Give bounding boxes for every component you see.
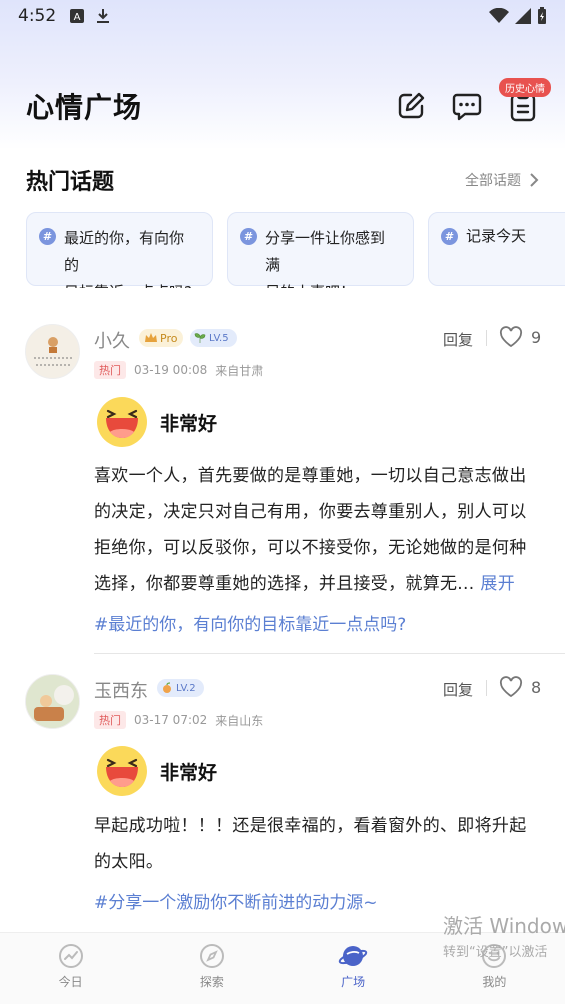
divider <box>486 680 487 696</box>
post-location: 来自甘肃 <box>215 363 264 378</box>
like-count: 9 <box>531 327 542 347</box>
seed-icon <box>163 682 171 693</box>
avatar[interactable] <box>25 674 80 729</box>
like-button[interactable]: 9 <box>499 326 541 348</box>
level-badge: LV.5 <box>190 329 237 347</box>
reply-button[interactable]: 回复 <box>443 329 473 350</box>
post-time: 03-17 07:02 <box>134 713 208 727</box>
post-location: 来自山东 <box>215 713 264 728</box>
expand-link[interactable]: 展开 <box>480 574 515 594</box>
hash-icon: # <box>240 228 257 245</box>
hot-tag: 热门 <box>94 361 126 379</box>
topic-card[interactable]: # 分享一件让你感到满 足的小事吧！ <box>227 212 414 288</box>
topic-line: 分享一件让你感到满 <box>265 229 386 274</box>
page-title: 心情广场 <box>26 91 143 124</box>
like-count: 8 <box>531 677 542 697</box>
level-label: LV.2 <box>176 682 196 694</box>
nav-item-explore[interactable]: 探索 <box>141 933 282 1004</box>
mood: 非常好 <box>96 396 217 448</box>
laughing-face-icon <box>97 397 147 447</box>
topic-card[interactable]: # 最近的你，有向你的 目标靠近一点点吗? <box>26 212 213 288</box>
chat-icon <box>452 93 482 121</box>
post-meta: 热门 03-17 07:02 来自山东 <box>94 711 263 729</box>
laughing-face-icon <box>97 746 147 796</box>
pro-badge: Pro <box>139 329 184 347</box>
compass-icon <box>199 944 224 968</box>
status-bar: 4:52 A <box>0 0 565 32</box>
sprout-icon <box>194 333 206 343</box>
username[interactable]: 玉西东 <box>94 677 148 703</box>
post-text: 喜欢一个人，首先要做的是尊重她，一切以自己意志做出的决定，决定只对自己有用，你要… <box>94 466 527 594</box>
level-label: LV.5 <box>209 332 229 344</box>
nav-item-today[interactable]: 今日 <box>0 933 141 1004</box>
status-time: 4:52 <box>18 6 57 26</box>
hot-tag: 热门 <box>94 711 126 729</box>
history-button[interactable]: 历史心情 <box>499 78 551 122</box>
all-topics-label: 全部话题 <box>465 173 521 189</box>
post-meta: 热门 03-19 00:08 来自甘肃 <box>94 361 263 379</box>
signal-icon <box>515 8 531 24</box>
hash-icon: # <box>441 228 458 245</box>
chevron-right-icon <box>530 173 539 187</box>
chart-icon <box>58 944 83 968</box>
watermark-subtitle: 转到“设置”以激活 <box>443 945 548 960</box>
avatar[interactable] <box>25 324 80 379</box>
divider <box>94 653 565 654</box>
post-body[interactable]: 早起成功啦！！！还是很幸福的，看着窗外的、即将升起的太阳。 <box>94 808 539 880</box>
wifi-icon <box>489 8 509 23</box>
battery-icon <box>538 7 546 24</box>
level-badge: LV.2 <box>157 679 204 697</box>
pro-label: Pro <box>160 331 178 345</box>
hash-icon: # <box>39 228 56 245</box>
reply-button[interactable]: 回复 <box>443 679 473 700</box>
nav-label: 探索 <box>199 975 224 989</box>
hot-topics-header: 热门话题 全部话题 <box>0 160 565 200</box>
svg-text:A: A <box>74 12 81 23</box>
topic-link[interactable]: #分享一个激励你不断前进的动力源~ <box>94 888 378 913</box>
username[interactable]: 小久 <box>94 327 130 353</box>
topics-row: # 最近的你，有向你的 目标靠近一点点吗? # 分享一件让你感到满 足的小事吧！… <box>26 212 565 288</box>
post-body[interactable]: 喜欢一个人，首先要做的是尊重她，一切以自己意志做出的决定，决定只对自己有用，你要… <box>94 458 539 602</box>
topic-card[interactable]: # 记录今天 <box>428 212 565 286</box>
post-text: 早起成功啦！！！还是很幸福的，看着窗外的、即将升起的太阳。 <box>94 816 527 872</box>
post-time: 03-19 00:08 <box>134 363 208 377</box>
mood-label: 非常好 <box>160 412 218 435</box>
download-icon <box>97 9 110 23</box>
divider <box>486 330 487 346</box>
edit-button[interactable] <box>395 90 427 122</box>
messages-button[interactable] <box>451 90 483 122</box>
activation-watermark: 激活 Window 转到“设置”以激活 <box>443 910 565 960</box>
topic-line: 足的小事吧！ <box>265 279 399 288</box>
history-badge: 历史心情 <box>499 78 551 97</box>
section-title: 热门话题 <box>26 170 115 195</box>
heart-icon <box>499 326 523 348</box>
topic-line: 记录今天 <box>466 227 527 245</box>
topic-line: 最近的你，有向你的 <box>64 229 185 274</box>
heart-icon <box>499 676 523 698</box>
nav-item-plaza[interactable]: 广场 <box>283 933 424 1004</box>
font-icon: A <box>70 9 85 23</box>
crown-icon <box>145 333 157 342</box>
planet-icon <box>338 946 368 966</box>
watermark-title: 激活 Window <box>443 914 565 938</box>
topic-line: 目标靠近一点点吗? <box>64 279 198 288</box>
mood: 非常好 <box>96 745 217 797</box>
like-button[interactable]: 8 <box>499 676 541 698</box>
all-topics-link[interactable]: 全部话题 <box>465 170 539 190</box>
app-header: 心情广场 历史心情 <box>0 78 565 134</box>
mood-label: 非常好 <box>160 761 218 784</box>
edit-icon <box>398 92 425 119</box>
nav-label: 今日 <box>58 975 83 989</box>
nav-label: 广场 <box>341 975 366 989</box>
topic-link[interactable]: #最近的你，有向你的目标靠近一点点吗? <box>94 610 406 635</box>
nav-label: 我的 <box>482 975 507 989</box>
